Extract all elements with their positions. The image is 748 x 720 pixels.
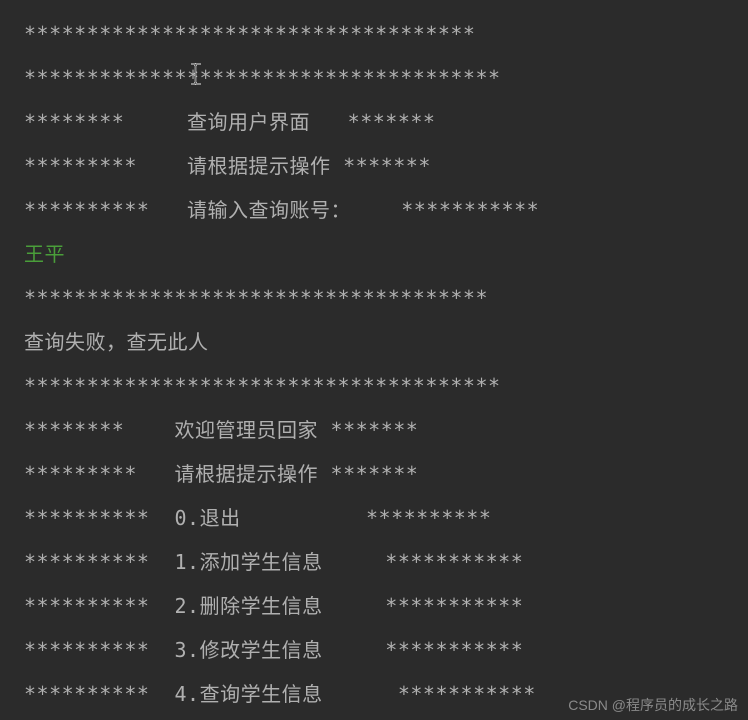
watermark: CSDN @程序员的成长之路	[568, 697, 738, 714]
terminal-line: ********* 请根据提示操作 *******	[24, 144, 724, 188]
terminal-line: ********** 请输入查询账号： ***********	[24, 188, 724, 232]
menu-option-3: ********** 3.修改学生信息 ***********	[24, 628, 724, 672]
menu-option-0: ********** 0.退出 **********	[24, 496, 724, 540]
menu-option-2: ********** 2.删除学生信息 ***********	[24, 584, 724, 628]
query-result: 查询失败，查无此人	[24, 320, 724, 364]
menu-option-1: ********** 1.添加学生信息 ***********	[24, 540, 724, 584]
terminal-line: **************************************	[24, 364, 724, 408]
terminal-line: ********* 请根据提示操作 *******	[24, 452, 724, 496]
terminal-line: **************************************	[24, 56, 724, 100]
user-input[interactable]: 王平	[24, 232, 724, 276]
terminal-line: ******** 欢迎管理员回家 *******	[24, 408, 724, 452]
terminal-line: ******** 查询用户界面 *******	[24, 100, 724, 144]
terminal-line: ************************************	[24, 12, 724, 56]
terminal-line: *************************************	[24, 276, 724, 320]
